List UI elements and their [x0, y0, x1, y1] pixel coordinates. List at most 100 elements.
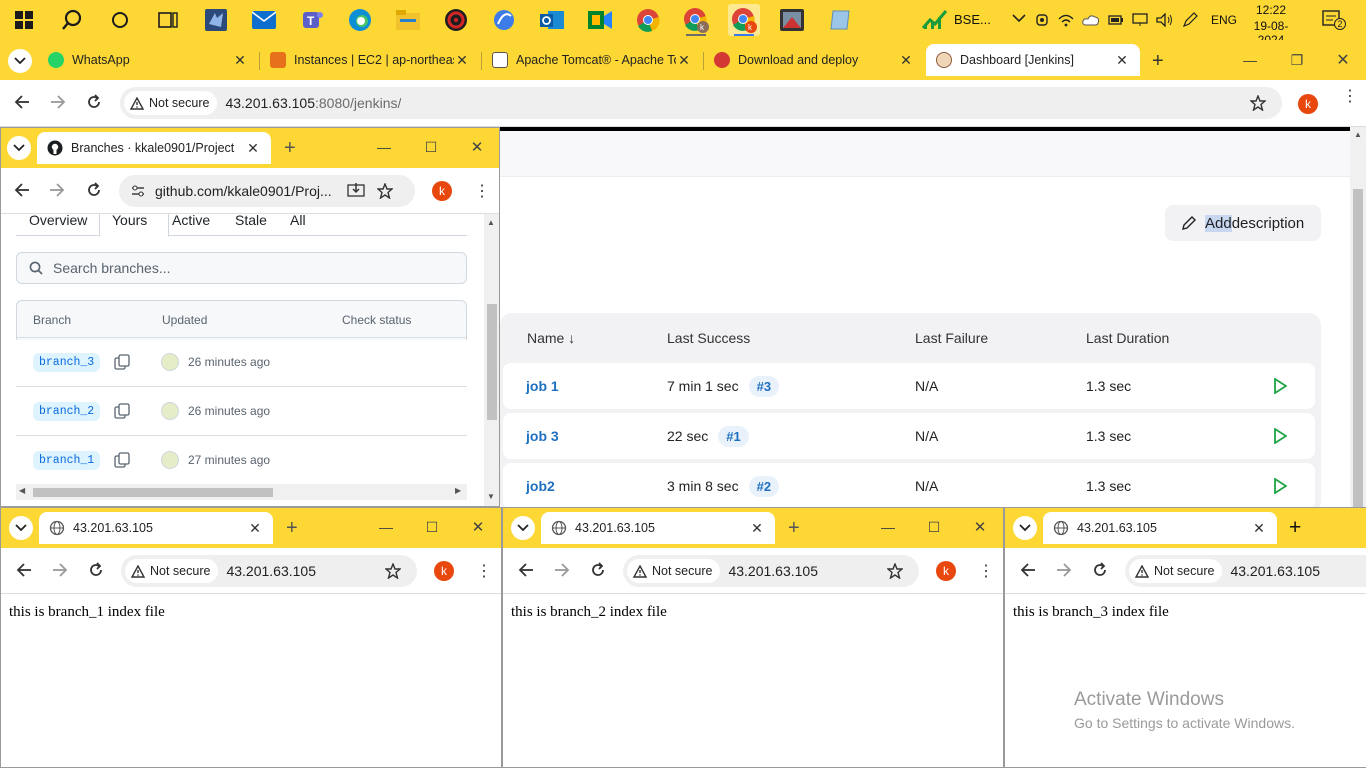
close-window-icon[interactable]: ✕	[970, 517, 990, 537]
chrome-icon[interactable]	[632, 4, 664, 36]
tab-search-chevron-icon[interactable]	[8, 49, 32, 73]
subtab-overview[interactable]: Overview	[29, 214, 87, 228]
install-app-icon[interactable]	[347, 183, 365, 199]
copy-icon[interactable]	[114, 452, 130, 468]
edge-icon[interactable]	[344, 4, 376, 36]
address-bar[interactable]: Not secure 43.201.63.105	[121, 555, 417, 587]
profile-avatar[interactable]: k	[1298, 94, 1318, 114]
new-tab-plus-icon[interactable]: +	[1289, 516, 1301, 540]
column-last-duration[interactable]: Last Duration	[1086, 330, 1169, 346]
tab-jenkins-dashboard[interactable]: Dashboard [Jenkins] ✕	[926, 44, 1140, 76]
scroll-left-arrow-icon[interactable]: ◀	[19, 486, 25, 495]
tab-search-chevron-icon[interactable]	[1013, 516, 1037, 540]
language-indicator[interactable]: ENG	[1211, 13, 1237, 27]
bookmark-star-icon[interactable]	[887, 563, 903, 579]
tab-search-chevron-icon[interactable]	[9, 516, 33, 540]
bookmark-star-icon[interactable]	[385, 563, 401, 579]
teams-icon[interactable]: T	[296, 4, 328, 36]
scroll-up-arrow-icon[interactable]: ▲	[487, 218, 495, 227]
build-number-link[interactable]: #3	[748, 375, 780, 397]
kebab-menu-icon[interactable]: ⋮	[476, 561, 492, 581]
scroll-up-arrow-icon[interactable]: ▲	[1354, 130, 1362, 139]
build-number-link[interactable]: #2	[748, 475, 780, 497]
forward-arrow-icon[interactable]	[49, 183, 65, 197]
new-tab-plus-icon[interactable]: +	[1152, 50, 1164, 73]
notification-center-icon[interactable]: 2	[1322, 10, 1346, 30]
tab-search-chevron-icon[interactable]	[7, 136, 31, 160]
back-arrow-icon[interactable]	[14, 95, 30, 109]
security-chip[interactable]: Not secure	[627, 559, 721, 583]
maximize-icon[interactable]: ☐	[422, 517, 442, 537]
back-arrow-icon[interactable]	[518, 563, 534, 577]
tab-close-icon[interactable]: ✕	[676, 52, 692, 69]
tab-whatsapp[interactable]: WhatsApp ✕	[38, 44, 258, 76]
subtab-active[interactable]: Active	[172, 214, 210, 228]
profile-avatar[interactable]: k	[936, 561, 956, 581]
job-link[interactable]: job 3	[526, 428, 559, 444]
battery-icon[interactable]	[1108, 13, 1124, 27]
address-bar[interactable]: Not secure 43.201.63.105	[623, 555, 919, 587]
scroll-down-arrow-icon[interactable]: ▼	[487, 492, 495, 501]
build-play-icon[interactable]	[1273, 378, 1287, 394]
tab-close-icon[interactable]: ✕	[454, 52, 470, 69]
tab-close-icon[interactable]: ✕	[1114, 52, 1130, 69]
maximize-icon[interactable]: ☐	[421, 137, 441, 157]
column-name[interactable]: Name ↓	[527, 330, 575, 346]
tab-site[interactable]: 43.201.63.105 ✕	[541, 512, 775, 544]
task-view-icon[interactable]	[152, 4, 184, 36]
subtab-yours[interactable]: Yours	[112, 214, 147, 228]
reload-icon[interactable]	[86, 182, 102, 198]
tab-site[interactable]: 43.201.63.105 ✕	[39, 512, 273, 544]
new-tab-plus-icon[interactable]: +	[788, 517, 800, 540]
forward-arrow-icon[interactable]	[554, 563, 570, 577]
page-scrollbar[interactable]: ▲	[1350, 127, 1366, 507]
file-explorer-icon[interactable]	[392, 4, 424, 36]
tray-chevron-up-icon[interactable]	[1012, 13, 1026, 23]
cloud-icon[interactable]	[1082, 14, 1100, 26]
chrome-profile-k-icon[interactable]: k	[680, 4, 712, 36]
vertical-scrollbar[interactable]: ▲ ▼	[484, 214, 499, 506]
tab-close-icon[interactable]: ✕	[247, 520, 263, 537]
add-description-button[interactable]: Add description	[1165, 205, 1321, 241]
kebab-menu-icon[interactable]: ⋮	[978, 561, 994, 581]
mail-icon[interactable]	[248, 4, 280, 36]
bookmark-star-icon[interactable]	[377, 183, 393, 199]
minimize-icon[interactable]: —	[878, 517, 898, 537]
reload-icon[interactable]	[88, 562, 104, 578]
branch-name-link[interactable]: branch_1	[33, 450, 101, 470]
job-link[interactable]: job 1	[526, 378, 559, 394]
bookmark-star-icon[interactable]	[1250, 95, 1266, 111]
scroll-right-arrow-icon[interactable]: ▶	[455, 486, 461, 495]
tab-close-icon[interactable]: ✕	[245, 140, 261, 157]
search-icon[interactable]	[56, 4, 88, 36]
job-link[interactable]: job2	[526, 478, 555, 494]
tab-close-icon[interactable]: ✕	[749, 520, 765, 537]
new-tab-plus-icon[interactable]: +	[286, 517, 298, 540]
restore-icon[interactable]: ❐	[1287, 50, 1307, 70]
build-play-icon[interactable]	[1273, 428, 1287, 444]
tab-close-icon[interactable]: ✕	[898, 52, 914, 69]
reload-icon[interactable]	[1092, 562, 1108, 578]
scrollbar-thumb[interactable]	[33, 488, 273, 497]
tab-download-and-deploy[interactable]: Download and deploy ✕	[704, 44, 924, 76]
build-play-icon[interactable]	[1273, 478, 1287, 494]
site-settings-icon[interactable]	[131, 184, 145, 198]
reload-icon[interactable]	[590, 562, 606, 578]
snipping-tool-icon[interactable]	[776, 4, 808, 36]
forward-arrow-icon[interactable]	[50, 95, 66, 109]
security-chip[interactable]: Not secure	[124, 91, 218, 115]
new-tab-plus-icon[interactable]: +	[284, 137, 296, 160]
scrollbar-thumb[interactable]	[1353, 189, 1363, 507]
vscode-icon[interactable]	[200, 4, 232, 36]
back-arrow-icon[interactable]	[14, 183, 30, 197]
chrome-profile-k-active-icon[interactable]: k	[728, 4, 760, 36]
branch-name-link[interactable]: branch_3	[33, 352, 101, 372]
horizontal-scrollbar[interactable]: ◀ ▶	[16, 484, 467, 500]
tab-ec2-instances[interactable]: Instances | EC2 | ap-northeast ✕	[260, 44, 480, 76]
kebab-menu-icon[interactable]: ⋮	[474, 181, 490, 201]
back-arrow-icon[interactable]	[16, 563, 32, 577]
scrollbar-thumb[interactable]	[487, 304, 497, 420]
copy-icon[interactable]	[114, 354, 130, 370]
profile-avatar[interactable]: k	[432, 181, 452, 201]
minimize-icon[interactable]: —	[374, 137, 394, 157]
